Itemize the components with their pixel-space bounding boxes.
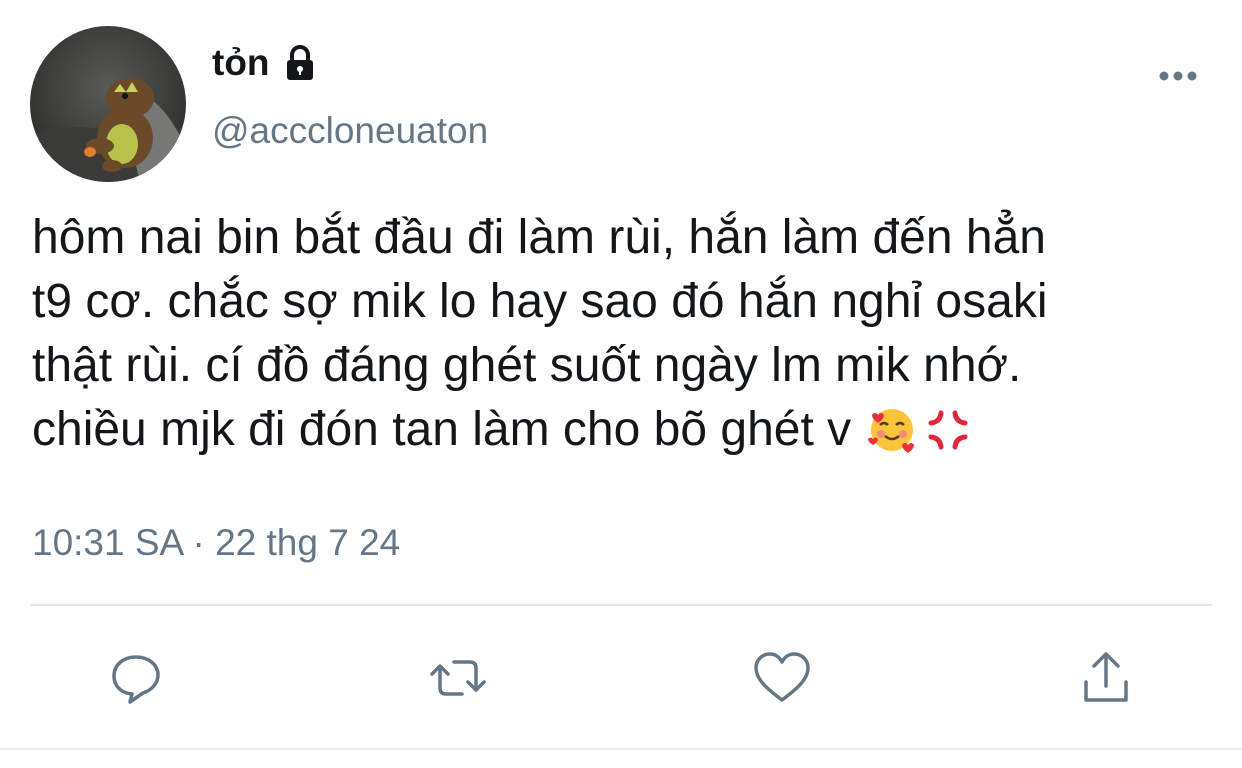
avatar[interactable]	[30, 26, 186, 182]
tweet-text: hôm nai bin bắt đầu đi làm rùi, hắn làm …	[32, 206, 1232, 462]
divider	[30, 604, 1212, 606]
display-name-row: tỏn	[212, 42, 320, 84]
anger-symbol-icon	[923, 405, 973, 455]
reply-button[interactable]	[106, 648, 166, 708]
tweet-text-line-last: chiều mjk đi đón tan làm cho bõ ghét v	[32, 398, 1232, 462]
tweet-text-line: t9 cơ. chắc sợ mik lo hay sao đó hắn ngh…	[32, 275, 1048, 328]
tweet-text-line: chiều mjk đi đón tan làm cho bõ ghét v	[32, 403, 852, 456]
tweet-text-line: thật rùi. cí đồ đáng ghét suốt ngày lm m…	[32, 339, 1022, 392]
like-button[interactable]	[752, 648, 812, 708]
tweet-timestamp[interactable]: 10:31 SA · 22 thg 7 24	[32, 522, 400, 564]
retweet-button[interactable]	[428, 648, 488, 708]
bottom-divider	[0, 748, 1242, 750]
share-button[interactable]	[1076, 648, 1136, 708]
tweet-text-line: hôm nai bin bắt đầu đi làm rùi, hắn làm …	[32, 211, 1046, 264]
user-handle[interactable]: @acccloneuaton	[212, 110, 488, 152]
reply-icon	[112, 655, 160, 704]
heart-icon	[754, 652, 810, 702]
lock-icon	[280, 43, 320, 83]
more-options-button[interactable]	[1150, 56, 1206, 96]
share-icon	[1084, 652, 1128, 702]
display-name[interactable]: tỏn	[212, 42, 270, 84]
smiling-face-with-hearts-icon	[867, 405, 917, 455]
more-icon	[1159, 71, 1197, 81]
avatar-image	[30, 26, 186, 182]
retweet-icon	[430, 660, 486, 696]
